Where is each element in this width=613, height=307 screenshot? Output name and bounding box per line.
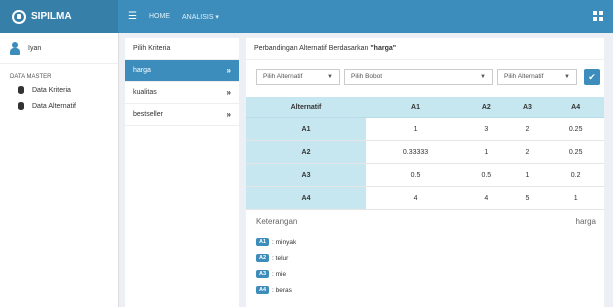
legend-title: Keterangan xyxy=(256,217,298,226)
matrix-cell: 5 xyxy=(507,186,548,210)
select-value: Pilih Bobot xyxy=(351,73,383,80)
criteria-item-bestseller[interactable]: bestseller » xyxy=(125,104,239,126)
brand-name: SIPILMA xyxy=(31,11,72,22)
select-value: Pilih Alternatif xyxy=(504,73,544,80)
user-panel: Iyan xyxy=(0,33,118,64)
matrix-cell: 0.5 xyxy=(366,163,466,187)
matrix-cell: 0.33333 xyxy=(366,140,466,164)
criteria-label: harga xyxy=(133,67,151,74)
criteria-panel: Pilih Kriteria harga » kualitas » bestse… xyxy=(125,38,239,307)
matrix-cell: 4 xyxy=(366,186,466,210)
grid-icon[interactable] xyxy=(593,11,603,21)
table-row: A3 0.5 0.5 1 0.2 xyxy=(246,163,604,187)
chevron-right-icon: » xyxy=(226,110,231,119)
nav-analisis[interactable]: ANALISIS ▾ xyxy=(182,13,219,21)
alternative-code-badge: A4 xyxy=(256,286,270,294)
select-alternatif-1[interactable]: Pilih Alternatif ▼ xyxy=(256,69,340,85)
comparison-title-prefix: Perbandingan Alternatif Berdasarkan xyxy=(254,45,371,52)
logo-icon xyxy=(12,9,26,24)
matrix-header-cell: A4 xyxy=(547,97,604,118)
database-icon xyxy=(18,102,24,110)
alternative-code-badge: A3 xyxy=(256,270,270,278)
matrix-row-label: A4 xyxy=(246,186,366,210)
alternative-code-badge: A2 xyxy=(256,254,270,262)
list-item: A4 : beras xyxy=(256,283,292,297)
matrix-header-cell: A1 xyxy=(366,97,466,118)
top-navbar: SIPILMA ☰ HOME ANALISIS ▾ xyxy=(0,0,613,33)
select-bobot[interactable]: Pilih Bobot ▼ xyxy=(344,69,493,85)
matrix-header-cell: A2 xyxy=(465,97,508,118)
matrix-cell: 1 xyxy=(465,140,508,164)
comparison-title-criterion: "harga" xyxy=(370,45,397,52)
matrix-header-cell: A3 xyxy=(507,97,548,118)
list-item: A2 : telur xyxy=(256,251,288,265)
database-icon xyxy=(18,86,24,94)
table-row: A4 4 4 5 1 xyxy=(246,186,604,210)
matrix-cell: 1 xyxy=(507,163,548,187)
filter-bar: Pilih Alternatif ▼ Pilih Bobot ▼ Pilih A… xyxy=(256,69,600,85)
select-value: Pilih Alternatif xyxy=(263,73,303,80)
chevron-down-icon: ▼ xyxy=(564,74,570,80)
comparison-title: Perbandingan Alternatif Berdasarkan "har… xyxy=(246,38,604,60)
matrix-cell: 1 xyxy=(366,117,466,141)
alternative-name: : mie xyxy=(272,270,287,278)
list-item: A1 : minyak xyxy=(256,235,296,249)
sidebar-item-data-kriteria[interactable]: Data Kriteria xyxy=(0,80,118,96)
top-nav: ☰ HOME ANALISIS ▾ xyxy=(128,0,231,33)
matrix-cell: 0.2 xyxy=(547,163,604,187)
sidebar-item-label: Data Kriteria xyxy=(32,86,71,94)
matrix-row-label: A1 xyxy=(246,117,366,141)
matrix-cell: 4 xyxy=(465,186,508,210)
alternative-name: : beras xyxy=(272,286,292,294)
sidebar: Iyan DATA MASTER Data Kriteria Data Alte… xyxy=(0,33,119,307)
matrix-cell: 0.5 xyxy=(465,163,508,187)
legend-header: Keterangan harga xyxy=(256,217,596,231)
legend-criterion: harga xyxy=(575,217,596,226)
list-item: A3 : mie xyxy=(256,267,286,281)
matrix-header-row: Alternatif A1 A2 A3 A4 xyxy=(246,97,604,118)
alternative-code-badge: A1 xyxy=(256,238,270,246)
alternative-name: : minyak xyxy=(272,238,297,246)
nav-home[interactable]: HOME xyxy=(149,13,170,20)
criteria-label: bestseller xyxy=(133,111,163,118)
alternative-name: : telur xyxy=(272,254,289,262)
matrix-cell: 1 xyxy=(547,186,604,210)
submit-button[interactable]: ✔ xyxy=(584,69,600,85)
matrix-row-label: A2 xyxy=(246,140,366,164)
chevron-right-icon: » xyxy=(226,66,231,75)
matrix-header-cell: Alternatif xyxy=(246,97,366,118)
sidebar-section-header: DATA MASTER xyxy=(10,74,52,80)
chevron-down-icon: ▼ xyxy=(327,74,333,80)
matrix-cell: 3 xyxy=(465,117,508,141)
matrix-cell: 2 xyxy=(507,117,548,141)
brand-logo[interactable]: SIPILMA xyxy=(0,0,118,33)
user-name: Iyan xyxy=(28,44,42,52)
table-row: A2 0.33333 1 2 0.25 xyxy=(246,140,604,164)
sidebar-item-label: Data Alternatif xyxy=(32,102,76,110)
user-icon xyxy=(10,41,20,55)
matrix-cell: 0.25 xyxy=(547,140,604,164)
comparison-panel: Perbandingan Alternatif Berdasarkan "har… xyxy=(246,38,604,307)
check-icon: ✔ xyxy=(588,72,596,82)
criteria-panel-title: Pilih Kriteria xyxy=(125,38,239,60)
select-alternatif-2[interactable]: Pilih Alternatif ▼ xyxy=(497,69,577,85)
chevron-right-icon: » xyxy=(226,88,231,97)
menu-toggle-icon[interactable]: ☰ xyxy=(128,11,137,22)
criteria-label: kualitas xyxy=(133,89,157,96)
criteria-item-harga[interactable]: harga » xyxy=(125,60,239,82)
sidebar-item-data-alternatif[interactable]: Data Alternatif xyxy=(0,96,118,112)
matrix-row-label: A3 xyxy=(246,163,366,187)
chevron-down-icon: ▼ xyxy=(480,74,486,80)
matrix-cell: 0.25 xyxy=(547,117,604,141)
criteria-item-kualitas[interactable]: kualitas » xyxy=(125,82,239,104)
comparison-matrix: Alternatif A1 A2 A3 A4 A1 1 3 2 0.25 A2 … xyxy=(246,97,604,210)
table-row: A1 1 3 2 0.25 xyxy=(246,117,604,141)
matrix-cell: 2 xyxy=(507,140,548,164)
